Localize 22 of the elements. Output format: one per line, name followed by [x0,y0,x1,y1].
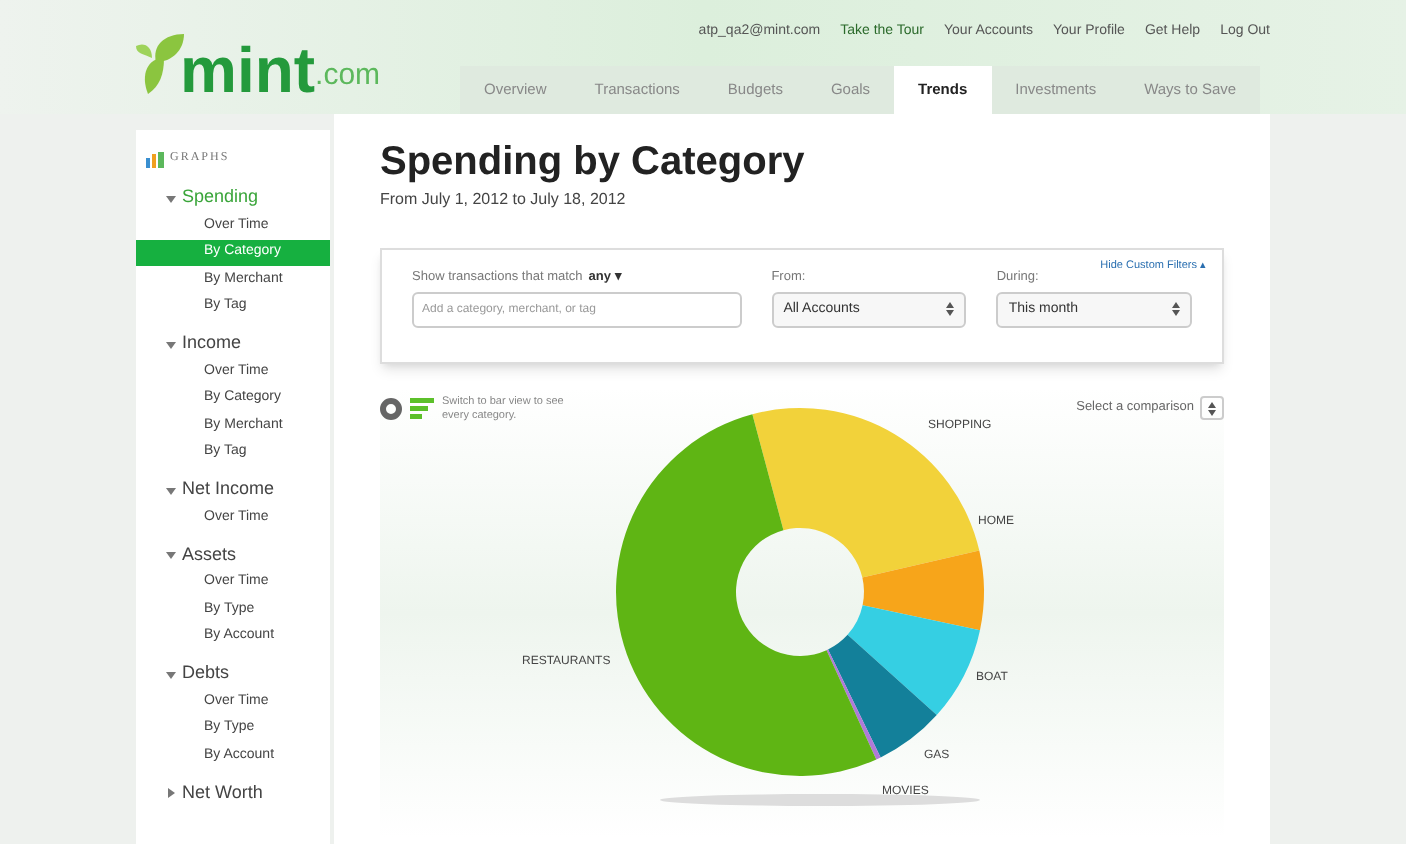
bar-view-icon[interactable] [410,398,434,421]
expanded-caret-icon[interactable] [166,339,176,349]
sidebar-group[interactable]: Income [182,330,242,358]
expanded-caret-icon[interactable] [166,669,176,679]
expanded-caret-icon[interactable] [166,550,176,560]
sidebar-group[interactable]: Debts [182,660,230,688]
logo-suffix: .com [315,55,381,95]
stepper-icon [946,302,955,317]
sidebar-group[interactable]: Net Worth [182,779,263,807]
date-range: From July 1, 2012 to July 18, 2012 [380,188,628,212]
stepper-icon [1172,302,1180,317]
comparison-select[interactable] [1200,396,1224,420]
sidebar-group[interactable]: Net Income [182,476,275,504]
stepper-icon [1208,401,1216,415]
logo-wordmark: mint [180,38,316,102]
collapsed-caret-icon[interactable] [166,788,176,798]
donut-view-icon[interactable] [380,398,402,421]
expanded-caret-icon[interactable] [166,485,176,495]
sidebar-group[interactable]: Assets [182,541,237,569]
page-title: Spending by Category [380,138,807,188]
expanded-caret-icon[interactable] [166,193,176,203]
bar-chart-icon [146,151,164,167]
